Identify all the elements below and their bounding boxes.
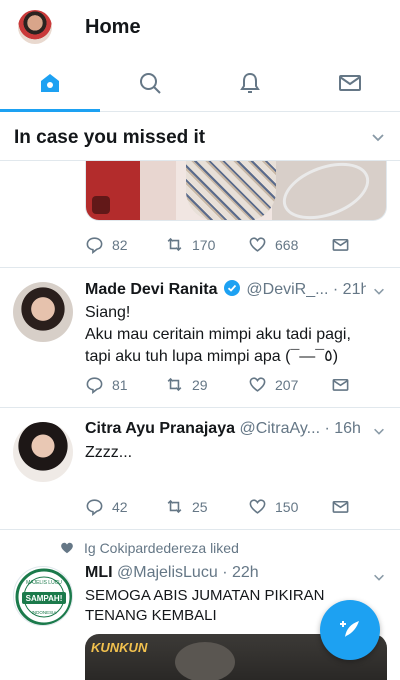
author-name[interactable]: Made Devi Ranita <box>85 281 217 298</box>
tweet-card[interactable]: 82 170 668 <box>0 161 400 268</box>
bell-icon <box>240 72 260 93</box>
avatar[interactable] <box>13 422 73 482</box>
home-icon <box>41 74 59 92</box>
tweet-text-line: tapi aku tuh lupa mimpi apa (¯―¯٥) <box>85 348 339 365</box>
tweet-time: · 16h <box>324 420 361 437</box>
dm-share-button[interactable] <box>331 497 358 516</box>
chevron-down-icon[interactable] <box>372 570 386 584</box>
author-name[interactable]: MLI <box>85 564 113 581</box>
top-bar: Home <box>0 0 400 56</box>
retweet-count: 25 <box>192 498 208 515</box>
like-button[interactable]: 207 <box>248 375 298 394</box>
mail-icon <box>332 238 349 251</box>
section-header: In case you missed it <box>0 113 400 161</box>
heart-icon <box>249 377 266 392</box>
tweet-header: Citra Ayu Pranajaya @CitraAy... · 16h <box>85 420 366 438</box>
profile-avatar[interactable] <box>18 10 52 44</box>
tweet-actions: 42 25 150 <box>85 497 365 519</box>
dm-share-button[interactable] <box>331 235 358 254</box>
heart-icon <box>249 499 266 514</box>
reply-icon <box>86 377 103 394</box>
chevron-down-icon[interactable] <box>370 129 386 145</box>
section-title: In case you missed it <box>14 127 206 148</box>
tweet-actions: 81 29 207 <box>85 375 365 397</box>
search-icon <box>140 73 161 94</box>
media-figure <box>186 161 276 220</box>
tweet-text-line: Zzzz... <box>85 444 133 461</box>
heart-filled-icon <box>61 542 73 554</box>
reply-icon <box>86 499 103 516</box>
tab-notifications[interactable] <box>200 56 300 110</box>
media-badge-icon <box>92 196 110 214</box>
tab-bar <box>0 56 400 112</box>
tweet-text: Siang! Aku mau ceritain mimpi aku tadi p… <box>85 302 386 368</box>
retweet-icon <box>167 377 182 392</box>
reply-count: 42 <box>112 498 128 515</box>
tweet-media[interactable] <box>85 161 387 221</box>
like-count: 150 <box>275 498 299 515</box>
reply-button[interactable]: 42 <box>85 497 128 516</box>
tweet-header: MLI @MajelisLucu · 22h <box>85 564 366 582</box>
author-handle[interactable]: @DeviR_... <box>246 281 328 298</box>
tweet-time: · 22h <box>222 564 259 581</box>
mli-logo: SAMPAH! MAJELIS LUCU INDONESIA <box>15 568 72 625</box>
like-button[interactable]: 150 <box>248 497 298 516</box>
reply-button[interactable]: 81 <box>85 375 128 394</box>
reply-icon <box>86 237 103 254</box>
tweet-text-line: Aku mau ceritain mimpi aku tadi pagi, <box>85 326 351 343</box>
tweet-header: Made Devi Ranita @DeviR_... · 21h <box>85 280 366 299</box>
tweet-time: · 21h <box>332 281 366 298</box>
compose-icon <box>340 621 359 637</box>
mail-icon <box>332 500 349 513</box>
like-button[interactable]: 668 <box>248 235 298 254</box>
retweet-button[interactable]: 170 <box>165 235 215 254</box>
like-count: 207 <box>275 376 299 393</box>
avatar[interactable] <box>13 282 73 342</box>
heart-icon <box>249 237 266 252</box>
chevron-down-icon[interactable] <box>372 424 386 438</box>
tweet-actions: 82 170 668 <box>85 235 365 257</box>
retweet-button[interactable]: 25 <box>165 497 208 516</box>
liked-by-text[interactable]: Ig Cokipardedereza liked <box>84 540 239 556</box>
mail-icon <box>332 378 349 391</box>
author-handle[interactable]: @CitraAy... <box>239 420 320 437</box>
tab-search[interactable] <box>100 56 200 110</box>
svg-text:MAJELIS LUCU: MAJELIS LUCU <box>26 580 62 586</box>
tweet-text-line: Siang! <box>85 304 131 321</box>
tweet-card[interactable]: Made Devi Ranita @DeviR_... · 21h Siang!… <box>0 268 400 408</box>
author-handle[interactable]: @MajelisLucu <box>117 564 218 581</box>
active-tab-indicator <box>0 109 100 112</box>
tab-messages[interactable] <box>300 56 400 110</box>
author-name[interactable]: Citra Ayu Pranajaya <box>85 420 235 437</box>
reply-count: 81 <box>112 376 128 393</box>
compose-tweet-button[interactable] <box>320 600 380 660</box>
tab-home[interactable] <box>0 56 100 110</box>
retweet-count: 29 <box>192 376 208 393</box>
page-title: Home <box>85 16 141 38</box>
retweet-count: 170 <box>192 236 216 253</box>
chevron-down-icon[interactable] <box>372 284 386 298</box>
media-racket <box>275 161 377 220</box>
dm-share-button[interactable] <box>331 375 358 394</box>
svg-text:SAMPAH!: SAMPAH! <box>26 594 63 603</box>
verified-badge-icon <box>223 280 240 296</box>
retweet-icon <box>167 237 182 252</box>
reply-button[interactable]: 82 <box>85 235 128 254</box>
retweet-button[interactable]: 29 <box>165 375 208 394</box>
avatar[interactable]: SAMPAH! MAJELIS LUCU INDONESIA <box>13 566 73 626</box>
media-label: KUNKUN <box>91 640 148 655</box>
reply-count: 82 <box>112 236 128 253</box>
retweet-icon <box>167 499 182 514</box>
like-count: 668 <box>275 236 299 253</box>
social-context: Ig Cokipardedereza liked <box>60 540 239 556</box>
svg-text:INDONESIA: INDONESIA <box>32 610 57 615</box>
mail-icon <box>339 75 361 91</box>
tweet-card[interactable]: Citra Ayu Pranajaya @CitraAy... · 16h Zz… <box>0 408 400 530</box>
tweet-text: Zzzz... <box>85 442 386 464</box>
media-figure <box>175 642 235 680</box>
